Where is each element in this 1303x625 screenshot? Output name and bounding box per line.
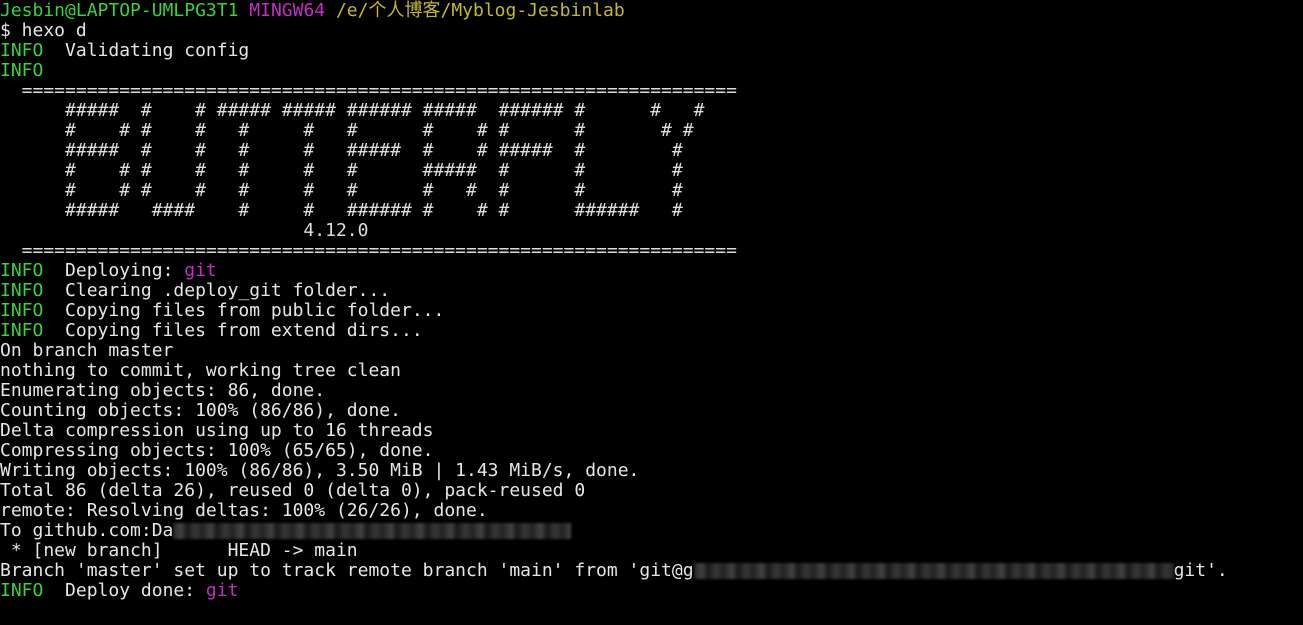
git-output-line: Compressing objects: 100% (65/65), done.: [0, 440, 434, 461]
branch-setup-suffix: git'.: [1173, 560, 1228, 581]
git-output-line: * [new branch] HEAD -> main: [0, 540, 358, 561]
log-line-copy-extend: INFO Copying files from extend dirs...: [0, 321, 1303, 341]
redacted-region: [173, 523, 572, 539]
git-output-line-remote-url: To github.com:Da: [0, 521, 1303, 541]
terminal-window[interactable]: Jesbin@LAPTOP-UMLPG3T1 MINGW64 /e/个人博客/M…: [0, 0, 1303, 625]
git-output-line: Writing objects: 100% (86/86), 3.50 MiB …: [0, 460, 640, 481]
remote-url-prefix: To github.com:Da: [0, 520, 174, 541]
info-tag: INFO: [0, 580, 44, 601]
log-line-info-empty: INFO: [0, 61, 1303, 81]
log-line-deploying: INFO Deploying: git: [0, 261, 1303, 281]
info-tag: INFO: [0, 300, 44, 321]
banner-art-line: # # # # # # # # # # # #: [0, 180, 683, 201]
log-line-validating: INFO Validating config: [0, 41, 1303, 61]
banner-art-line: ##### # # ##### ##### ###### ##### #####…: [0, 100, 705, 121]
log-text: Deploying:: [43, 260, 185, 281]
git-output-line: remote: Resolving deltas: 100% (26/26), …: [0, 500, 488, 521]
log-line-copy-public: INFO Copying files from public folder...: [0, 301, 1303, 321]
deployer-name: git: [184, 260, 217, 281]
log-line-deploy-done: INFO Deploy done: git: [0, 581, 1303, 601]
banner-art-line: # # # # # # # # # # # # #: [0, 120, 694, 141]
log-text: Copying files from public folder...: [43, 300, 445, 321]
info-tag: INFO: [0, 280, 44, 301]
redacted-region: [693, 563, 1174, 579]
git-output-line: Total 86 (delta 26), reused 0 (delta 0),…: [0, 480, 586, 501]
git-output-line: Counting objects: 100% (86/86), done.: [0, 400, 401, 421]
log-text: Validating config: [43, 40, 250, 61]
log-text: Clearing .deploy_git folder...: [43, 280, 391, 301]
git-output-line-branch-setup: Branch 'master' set up to track remote b…: [0, 561, 1303, 581]
prompt-path: /e/个人博客/Myblog-Jesbinlab: [335, 0, 625, 21]
banner-rule-top: ========================================…: [0, 80, 737, 101]
git-output-line: Enumerating objects: 86, done.: [0, 380, 326, 401]
info-tag: INFO: [0, 40, 44, 61]
banner-art-line: ##### # # # # ##### # # ##### # #: [0, 140, 683, 161]
deployer-name: git: [205, 580, 239, 601]
log-text: Copying files from extend dirs...: [43, 320, 423, 341]
prompt-env: MINGW64: [249, 0, 326, 21]
git-output-line: Delta compression using up to 16 threads: [0, 420, 434, 441]
info-tag: INFO: [0, 60, 44, 81]
banner-rule-bottom: ========================================…: [0, 240, 737, 261]
log-line-clearing: INFO Clearing .deploy_git folder...: [0, 281, 1303, 301]
log-text: Deploy done:: [43, 580, 206, 601]
prompt-user-host: Jesbin@LAPTOP-UMLPG3T1: [0, 0, 239, 21]
command-line: $ hexo d: [0, 20, 87, 41]
banner-version: 4.12.0: [0, 220, 369, 241]
info-tag: INFO: [0, 260, 44, 281]
banner-art-line: ##### #### # # ###### # # # ###### #: [0, 200, 683, 221]
info-tag: INFO: [0, 320, 44, 341]
shell-prompt: Jesbin@LAPTOP-UMLPG3T1 MINGW64 /e/个人博客/M…: [0, 1, 1303, 21]
git-output-line: On branch master: [0, 340, 174, 361]
git-output-line: nothing to commit, working tree clean: [0, 360, 401, 381]
branch-setup-prefix: Branch 'master' set up to track remote b…: [0, 560, 694, 581]
banner-art-line: # # # # # # # ##### # # #: [0, 160, 683, 181]
